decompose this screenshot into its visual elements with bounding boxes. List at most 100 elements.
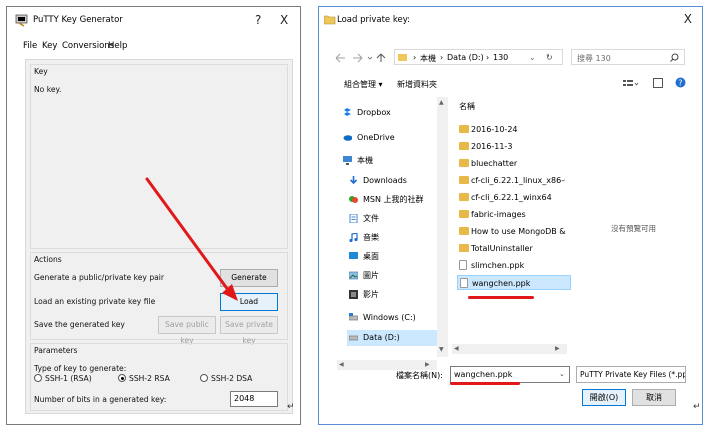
nav-item-pictures[interactable]: 圖片 [347, 268, 443, 284]
nav-item-downloads[interactable]: Downloads [347, 173, 443, 189]
cancel-button[interactable]: 取消 [632, 389, 676, 406]
nav-item-data-d[interactable]: Data (D:) [347, 330, 437, 346]
file-name: fabric-images [471, 210, 526, 219]
folder-icon [459, 125, 469, 133]
nav-item-dropbox[interactable]: Dropbox [341, 105, 437, 121]
nav-hscrollbar[interactable]: ◀ ▶ [337, 360, 437, 370]
search-box[interactable]: 搜尋 130 [571, 49, 685, 65]
scroll-right-icon[interactable]: ▶ [425, 361, 430, 368]
scroll-up-icon[interactable]: ▲ [439, 99, 444, 106]
list-item[interactable]: fabric-images [457, 207, 565, 222]
nav-scrollbar[interactable]: ▲ ▼ [437, 97, 448, 357]
file-list: 名稱 2016-10-24 2016-11-3 bluechatter cf-c… [453, 97, 571, 352]
nav-label: MSN 上我的社群 [363, 195, 424, 204]
preview-pane-icon[interactable] [653, 78, 663, 88]
organize-button[interactable]: 組合管理 ▾ [344, 79, 383, 90]
downloads-icon [349, 176, 358, 185]
file-name: 2016-11-3 [471, 142, 513, 151]
annotation-underline-filename [450, 382, 520, 385]
list-item[interactable]: cf-cli_6.22.1_linux_x86-64 [457, 173, 565, 188]
list-item[interactable]: TotalUninstaller [457, 241, 565, 256]
dialog-title: Load private key: [337, 15, 410, 25]
folder-icon [324, 15, 336, 25]
navigation-pane: Dropbox OneDrive 本機 Downloads MSN 上我的社群 … [337, 97, 437, 361]
help-icon[interactable]: ? [675, 77, 686, 88]
folder-icon [459, 227, 469, 235]
videos-icon [349, 290, 358, 299]
onedrive-icon [343, 135, 352, 141]
nav-label: Windows (C:) [363, 313, 416, 322]
drive-icon [349, 335, 358, 341]
nav-item-windows-c[interactable]: Windows (C:) [347, 310, 443, 326]
nav-item-msn[interactable]: MSN 上我的社群 [347, 192, 443, 208]
open-button[interactable]: 開啟(O) [582, 389, 626, 406]
recent-dropdown-icon [367, 56, 373, 60]
command-bar: 組合管理 ▾ 新增資料夾 ? [319, 73, 702, 95]
folder-icon [459, 193, 469, 201]
up-icon [376, 53, 386, 62]
nav-label: 影片 [363, 290, 379, 299]
folder-icon [459, 142, 469, 150]
file-name: TotalUninstaller [471, 244, 533, 253]
address-bar[interactable]: › 本機 › Data (D:) › 130 ⌄ ↻ [394, 49, 563, 65]
filename-input[interactable]: wangchen.ppk [450, 366, 570, 383]
list-item[interactable]: cf-cli_6.22.1_winx64 [457, 190, 565, 205]
scroll-left-icon[interactable]: ◀ [454, 345, 459, 352]
back-icon [335, 53, 345, 63]
address-folder-icon [398, 54, 407, 61]
refresh-icon[interactable]: ↻ [546, 53, 553, 62]
dropbox-icon [344, 108, 351, 116]
list-item[interactable]: slimchen.ppk [457, 258, 565, 273]
nav-label: 桌面 [363, 252, 379, 261]
annotation-underline-file [468, 296, 534, 299]
search-icon [670, 53, 679, 62]
breadcrumb-drive[interactable]: Data (D:) [447, 53, 484, 62]
scroll-right-icon[interactable]: ▶ [555, 345, 560, 352]
folder-icon [459, 244, 469, 252]
file-name: How to use MongoDB & Noc [471, 227, 565, 236]
navigation-arrows [335, 53, 386, 63]
nav-item-documents[interactable]: 文件 [347, 211, 443, 227]
file-list-hscrollbar[interactable]: ◀ ▶ [452, 344, 567, 354]
file-name: 2016-10-24 [471, 125, 518, 134]
breadcrumb-separator: › [413, 53, 417, 62]
forward-icon [353, 53, 363, 63]
documents-icon [349, 214, 358, 223]
no-preview-text: 沒有預覽可用 [611, 224, 656, 233]
msn-icon [349, 196, 358, 203]
list-item[interactable]: bluechatter [457, 156, 565, 171]
nav-item-videos[interactable]: 影片 [347, 287, 443, 303]
nav-item-desktop[interactable]: 桌面 [347, 249, 443, 265]
scroll-down-icon[interactable]: ▼ [439, 346, 444, 353]
breadcrumb-computer[interactable]: 本機 [420, 53, 436, 64]
filename-dropdown-icon[interactable]: ⌄ [559, 370, 565, 378]
dialog-close-button[interactable]: X [684, 12, 692, 26]
list-item[interactable]: How to use MongoDB & Noc [457, 224, 565, 239]
address-dropdown-icon[interactable]: ⌄ [529, 53, 536, 62]
filename-label: 檔案名稱(N): [396, 371, 443, 380]
svg-text:?: ? [678, 79, 682, 88]
new-folder-button[interactable]: 新增資料夾 [397, 79, 437, 90]
file-name: wangchen.ppk [472, 279, 531, 288]
nav-label: 圖片 [363, 271, 379, 280]
nav-label: 文件 [363, 214, 379, 223]
file-icon [460, 278, 468, 288]
nav-item-this-pc[interactable]: 本機 [341, 153, 437, 169]
nav-label: Data (D:) [363, 333, 400, 342]
music-icon [349, 233, 358, 242]
nav-label: Downloads [363, 176, 407, 185]
breadcrumb-folder[interactable]: 130 [493, 53, 508, 62]
list-item[interactable]: 2016-10-24 [457, 122, 565, 137]
breadcrumb-separator: › [486, 53, 490, 62]
filetype-select[interactable]: PuTTY Private Key Files (*.ppk [576, 366, 686, 383]
list-item[interactable]: 2016-11-3 [457, 139, 565, 154]
file-name: cf-cli_6.22.1_linux_x86-64 [471, 176, 565, 185]
pictures-icon [349, 271, 358, 280]
nav-item-music[interactable]: 音樂 [347, 230, 443, 246]
list-item-selected[interactable]: wangchen.ppk [457, 275, 571, 290]
nav-item-onedrive[interactable]: OneDrive [341, 130, 437, 146]
view-options-icon[interactable] [623, 79, 639, 89]
folder-icon [459, 210, 469, 218]
column-header-name[interactable]: 名稱 [459, 101, 475, 112]
scroll-left-icon[interactable]: ◀ [339, 361, 344, 368]
